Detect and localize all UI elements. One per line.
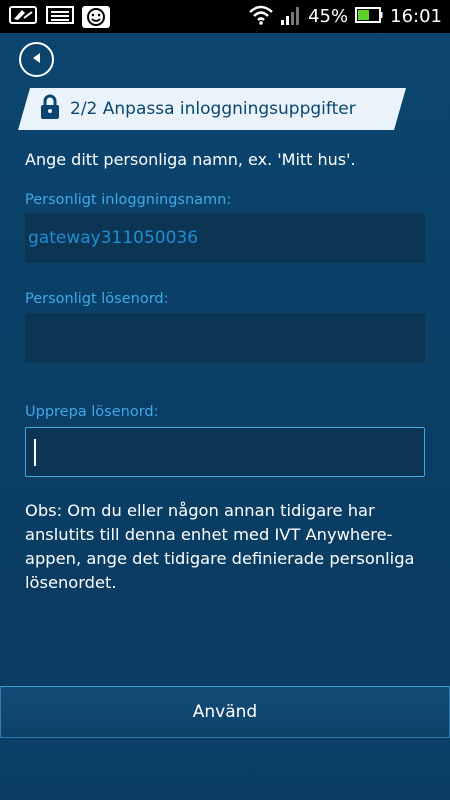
back-arrow-icon: [30, 50, 44, 69]
step-banner-content: 2/2 Anpassa inloggningsuppgifter: [40, 88, 356, 130]
intro-text: Ange ditt personliga namn, ex. 'Mitt hus…: [25, 150, 356, 169]
signal-icon: [280, 4, 302, 30]
notification-card-icon: [8, 4, 38, 30]
app-header: [0, 33, 450, 85]
password-input[interactable]: [25, 313, 425, 363]
text-cursor: [34, 438, 36, 466]
apply-button[interactable]: Använd: [0, 686, 450, 738]
step-banner: 2/2 Anpassa inloggningsuppgifter: [18, 88, 406, 130]
battery-icon: [354, 4, 384, 30]
bottom-area: [0, 740, 450, 800]
status-bar: 45% 16:01: [0, 0, 450, 33]
username-label: Personligt inloggningsnamn:: [25, 192, 232, 208]
wifi-icon: [248, 4, 274, 30]
status-right-icons: 45% 16:01: [248, 4, 442, 30]
clock: 16:01: [390, 6, 442, 27]
password-label: Personligt lösenord:: [25, 291, 169, 307]
smiley-app-icon: [82, 5, 110, 28]
back-button[interactable]: [19, 42, 54, 77]
note-text: Obs: Om du eller någon annan tidigare ha…: [25, 501, 415, 592]
apply-button-label: Använd: [192, 702, 258, 722]
username-value: gateway311050036: [28, 228, 199, 248]
status-left-icons: [8, 4, 110, 30]
username-input[interactable]: gateway311050036: [25, 213, 425, 263]
repeat-password-label: Upprepa lösenord:: [25, 404, 159, 420]
repeat-password-input[interactable]: [25, 427, 425, 477]
step-title: 2/2 Anpassa inloggningsuppgifter: [70, 99, 356, 119]
gallery-icon: [45, 4, 75, 30]
lock-icon: [40, 94, 60, 124]
battery-percent: 45%: [308, 6, 349, 27]
